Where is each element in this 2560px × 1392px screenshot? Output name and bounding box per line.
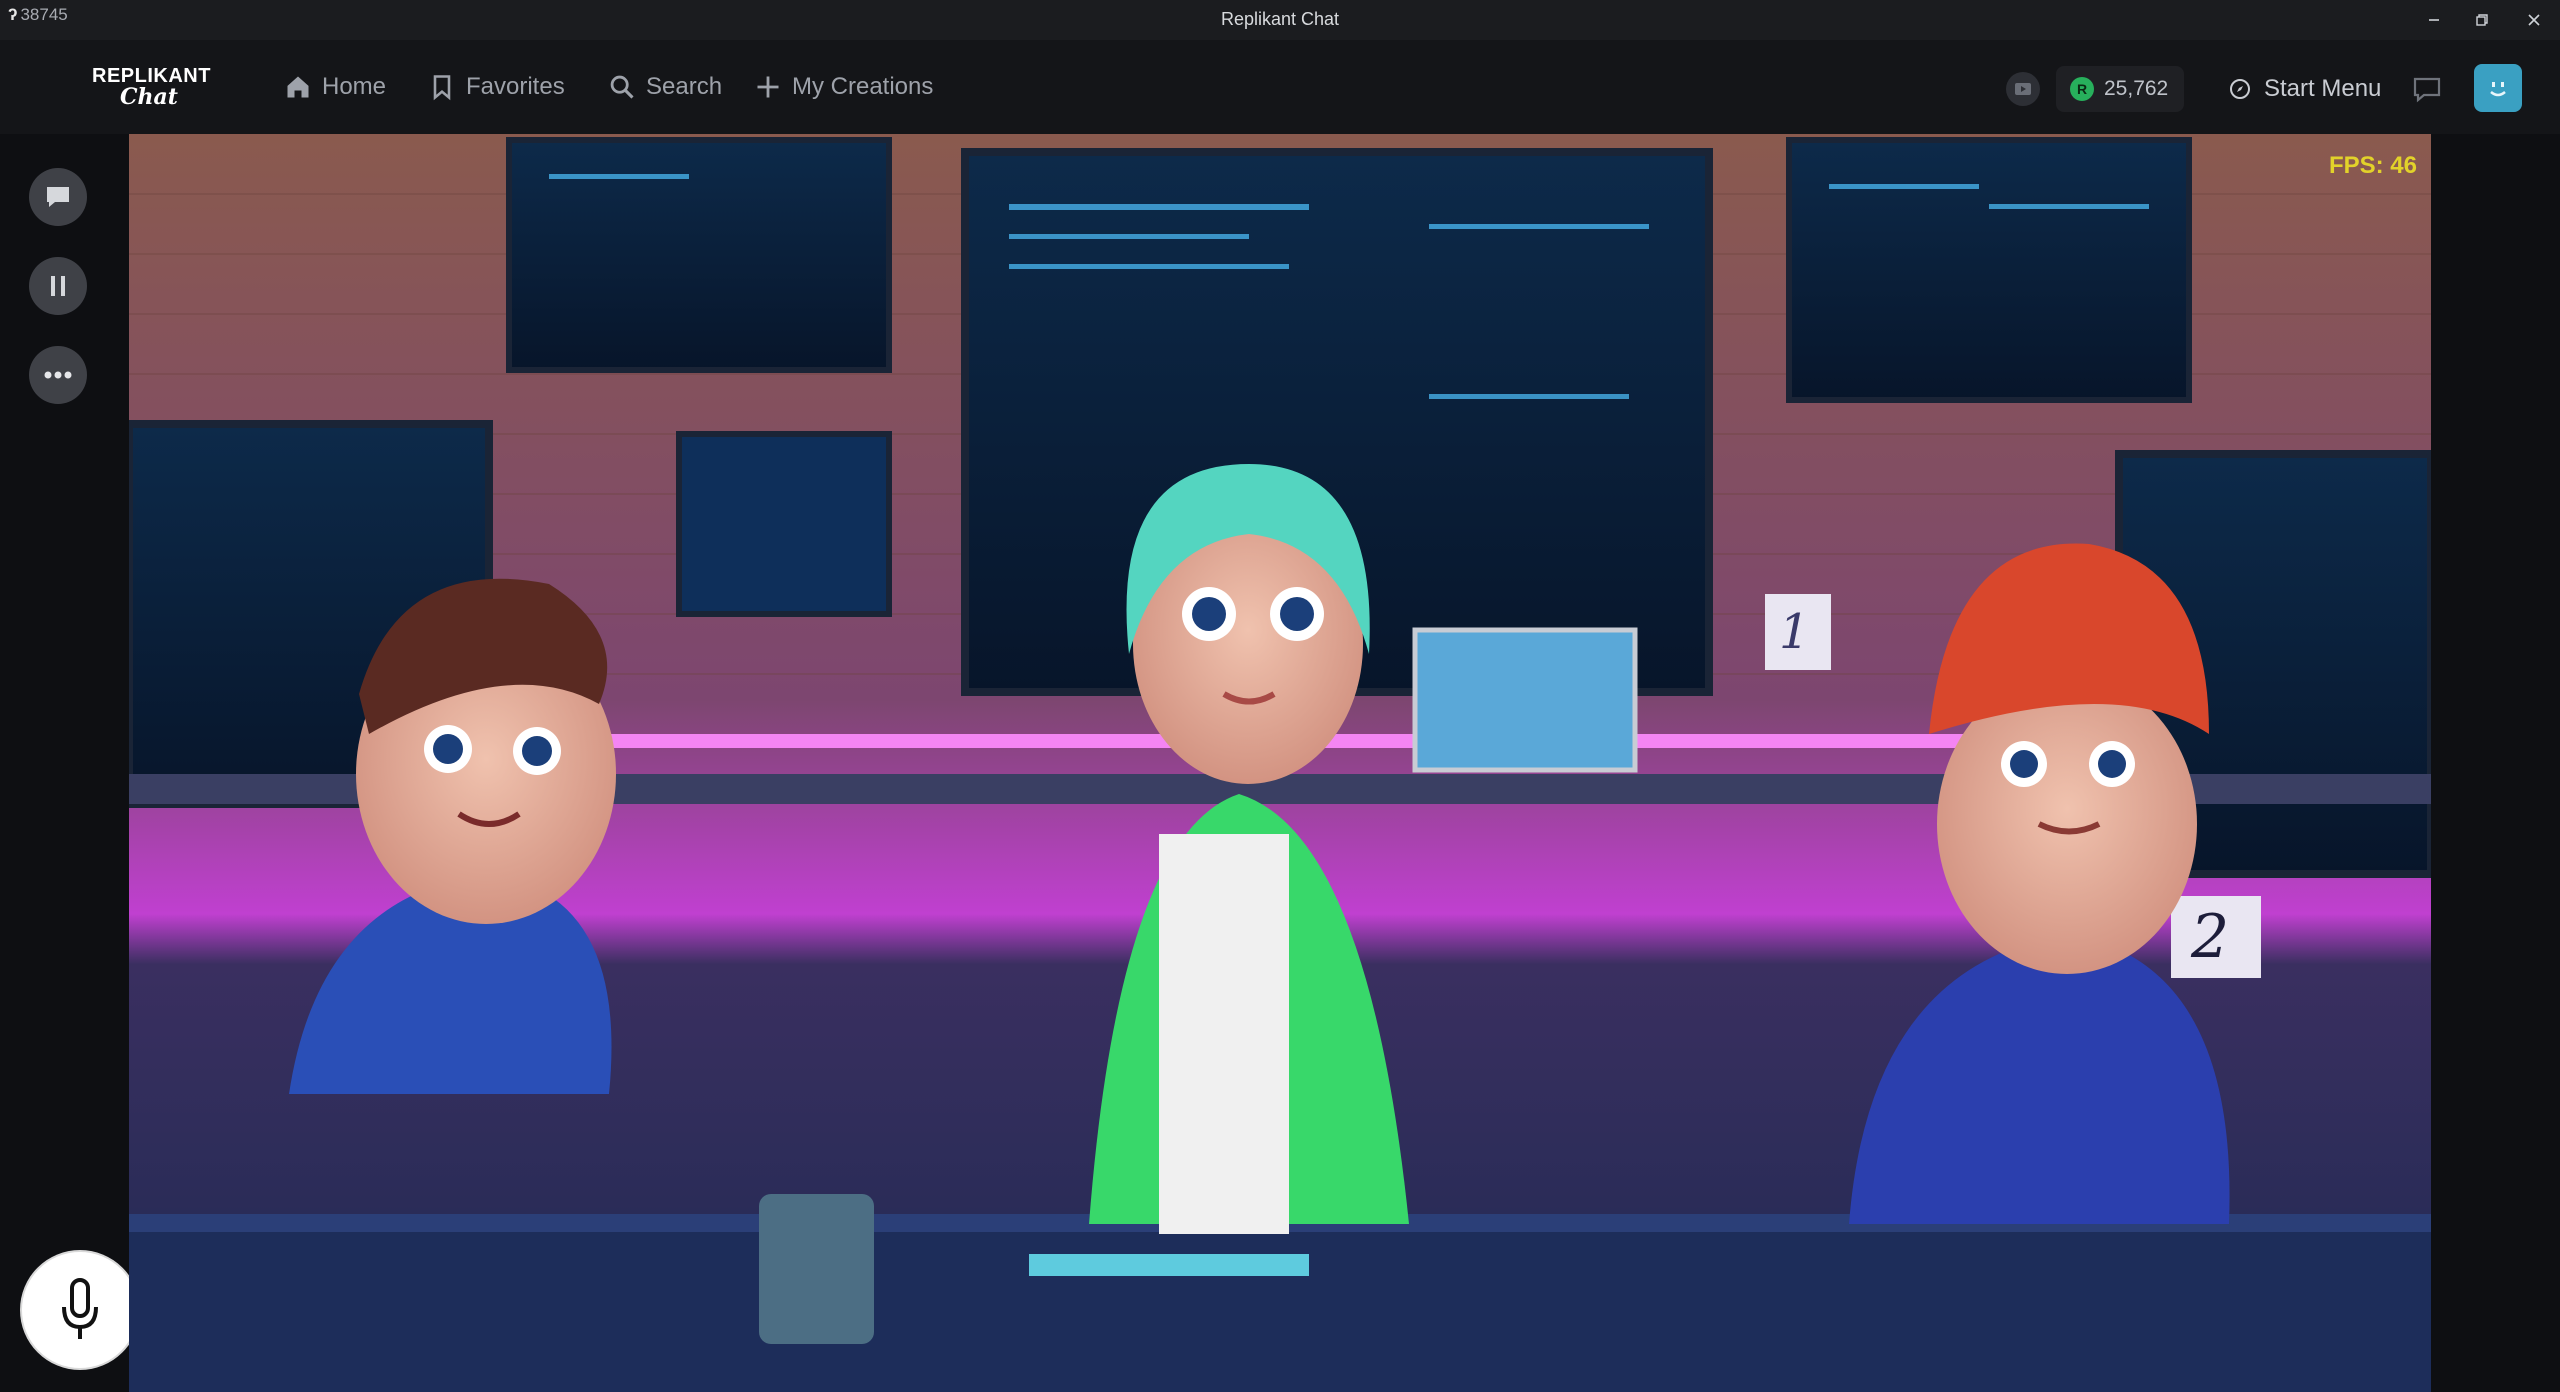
microphone-button[interactable]	[22, 1252, 138, 1368]
fps-counter: FPS: 46	[2328, 152, 2417, 179]
coin-icon: R	[2070, 77, 2094, 101]
video-icon	[2015, 83, 2031, 95]
start-menu-label: Start Menu	[2264, 75, 2382, 102]
microphone-icon	[62, 1278, 98, 1339]
video-button[interactable]	[2006, 72, 2040, 106]
nav-my-creations[interactable]: My Creations	[754, 40, 933, 134]
bookmark-icon	[433, 75, 451, 101]
nav-favorites-label: Favorites	[466, 73, 565, 100]
title-bar: ʔ 38745 Replikant Chat	[0, 0, 2560, 40]
restore-button[interactable]	[2456, 0, 2508, 40]
restore-icon	[2476, 14, 2488, 26]
window-title: Replikant Chat	[1220, 9, 1340, 29]
chat-icon	[47, 187, 69, 207]
nav-bar: REPLIKANT Chat Home Favorites Search My …	[0, 40, 2560, 134]
scene-illustration	[129, 134, 2431, 1392]
scene-viewport[interactable]: 1 2 FPS: 46	[129, 134, 2431, 1392]
more-options-button[interactable]	[29, 346, 87, 404]
minimize-icon	[2429, 19, 2439, 21]
nav-my-creations-label: My Creations	[792, 73, 934, 100]
search-icon	[610, 75, 634, 99]
smiley-icon	[2490, 82, 2506, 97]
ellipsis-icon	[44, 371, 72, 379]
home-icon	[287, 76, 309, 98]
logo-line2: Chat	[120, 84, 178, 110]
nav-favorites[interactable]: Favorites	[428, 40, 565, 134]
user-avatar[interactable]	[2474, 64, 2522, 112]
pause-icon	[51, 276, 65, 296]
sticky-note-2: 2	[2191, 902, 2230, 972]
sticky-note-1: 1	[1779, 604, 1810, 660]
nav-search[interactable]: Search	[608, 40, 722, 134]
messages-button[interactable]	[2410, 72, 2444, 106]
plus-icon	[757, 76, 779, 98]
pause-button[interactable]	[29, 257, 87, 315]
close-button[interactable]	[2508, 0, 2560, 40]
chat-bubble-icon	[2413, 77, 2441, 103]
minimize-button[interactable]	[2408, 0, 2460, 40]
chat-toggle-button[interactable]	[29, 168, 87, 226]
coin-balance[interactable]: R 25,762	[2056, 66, 2184, 112]
start-menu-button[interactable]: Start Menu	[2228, 66, 2381, 112]
nav-home[interactable]: Home	[284, 40, 386, 134]
replikant-logo[interactable]: REPLIKANT Chat	[92, 65, 211, 112]
nav-home-label: Home	[322, 73, 387, 100]
compass-icon	[2230, 79, 2250, 99]
logo-line1: REPLIKANT	[92, 65, 211, 87]
coin-count: 25,762	[2104, 77, 2169, 100]
close-icon	[2528, 14, 2540, 26]
nav-search-label: Search	[646, 73, 723, 100]
